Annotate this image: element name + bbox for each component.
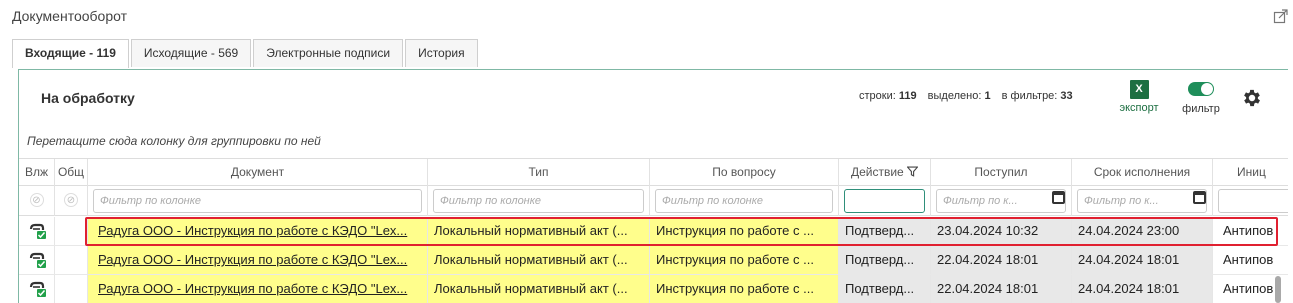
- column-header-topic[interactable]: По вопросу: [650, 159, 839, 186]
- popout-icon[interactable]: [1273, 8, 1289, 24]
- selected-count: 1: [984, 90, 991, 102]
- tab-incoming[interactable]: Входящие - 119: [12, 39, 129, 68]
- filter-input-type[interactable]: Фильтр по колонке: [433, 189, 644, 213]
- row-attachment-cell: [19, 246, 55, 274]
- signed-attachment-icon[interactable]: [29, 281, 47, 297]
- filter-cell-topic: Фильтр по колонке: [650, 186, 839, 216]
- row-received-cell: 22.04.2024 18:01: [931, 246, 1072, 274]
- filter-cell-action: [839, 186, 931, 216]
- column-header-attachment[interactable]: Влж: [19, 159, 55, 186]
- grid-header-row: Влж Общ Документ Тип По вопросу Действие…: [19, 158, 1288, 186]
- group-by-hint[interactable]: Перетащите сюда колонку для группировки …: [27, 134, 321, 148]
- filter-cell-received: Фильтр по к...: [931, 186, 1072, 216]
- selected-label: выделено:: [927, 90, 982, 102]
- panel-title: Документооборот: [12, 8, 128, 24]
- table-row[interactable]: Радуга ООО - Инструкция по работе с КЭДО…: [19, 217, 1288, 246]
- row-type-cell: Локальный нормативный акт (...: [428, 275, 650, 303]
- document-link[interactable]: Радуга ООО - Инструкция по работе с КЭДО…: [98, 252, 407, 267]
- row-action-cell: Подтверд...: [839, 246, 931, 274]
- column-header-received[interactable]: Поступил: [931, 159, 1072, 186]
- row-document-cell: Радуга ООО - Инструкция по работе с КЭДО…: [88, 275, 428, 303]
- filter-cell-initiator: [1213, 186, 1288, 216]
- column-header-document[interactable]: Документ: [88, 159, 428, 186]
- export-label: экспорт: [1119, 102, 1159, 114]
- filter-clear-icon[interactable]: ⊘: [64, 193, 78, 207]
- column-header-initiator[interactable]: Иниц: [1213, 159, 1288, 186]
- signed-attachment-icon[interactable]: [29, 252, 47, 268]
- filtered-label: в фильтре:: [1001, 90, 1058, 102]
- row-deadline-cell: 24.04.2024 23:00: [1072, 217, 1213, 245]
- row-action-cell: Подтверд...: [839, 275, 931, 303]
- row-shared-cell: [55, 217, 88, 245]
- incoming-panel: На обработку строки: 119 выделено: 1 в ф…: [18, 69, 1288, 303]
- tab-history[interactable]: История: [405, 39, 478, 67]
- filter-cell-document: Фильтр по колонке: [88, 186, 428, 216]
- filter-cell-type: Фильтр по колонке: [428, 186, 650, 216]
- tab-outgoing[interactable]: Исходящие - 569: [130, 39, 252, 67]
- filter-cell-deadline: Фильтр по к...: [1072, 186, 1213, 216]
- row-shared-cell: [55, 275, 88, 303]
- document-link[interactable]: Радуга ООО - Инструкция по работе с КЭДО…: [98, 281, 407, 296]
- calendar-icon[interactable]: [1052, 191, 1065, 204]
- gear-icon[interactable]: [1241, 87, 1263, 109]
- grid-stats: строки: 119 выделено: 1 в фильтре: 33: [859, 90, 1073, 102]
- tab-bar: Входящие - 119 Исходящие - 569 Электронн…: [12, 39, 480, 68]
- filter-input-initiator[interactable]: [1218, 189, 1288, 213]
- filter-input-received[interactable]: Фильтр по к...: [936, 189, 1066, 213]
- row-attachment-cell: [19, 217, 55, 245]
- filter-input-document[interactable]: Фильтр по колонке: [93, 189, 422, 213]
- table-row[interactable]: Радуга ООО - Инструкция по работе с КЭДО…: [19, 275, 1288, 303]
- row-topic-cell: Инструкция по работе с ...: [650, 275, 839, 303]
- row-action-cell: Подтверд...: [839, 217, 931, 245]
- row-type-cell: Локальный нормативный акт (...: [428, 217, 650, 245]
- table-row[interactable]: Радуга ООО - Инструкция по работе с КЭДО…: [19, 246, 1288, 275]
- row-received-cell: 22.04.2024 18:01: [931, 275, 1072, 303]
- tab-e-signatures[interactable]: Электронные подписи: [253, 39, 404, 67]
- row-deadline-cell: 24.04.2024 18:01: [1072, 246, 1213, 274]
- excel-icon: X: [1129, 80, 1149, 99]
- column-header-type[interactable]: Тип: [428, 159, 650, 186]
- row-deadline-cell: 24.04.2024 18:01: [1072, 275, 1213, 303]
- column-header-action[interactable]: Действие: [839, 159, 931, 186]
- document-link[interactable]: Радуга ООО - Инструкция по работе с КЭДО…: [98, 223, 407, 238]
- row-document-cell: Радуга ООО - Инструкция по работе с КЭДО…: [88, 217, 428, 245]
- row-topic-cell: Инструкция по работе с ...: [650, 246, 839, 274]
- filter-input-action[interactable]: [844, 189, 925, 213]
- row-type-cell: Локальный нормативный акт (...: [428, 246, 650, 274]
- row-initiator-cell: Антипов: [1223, 223, 1274, 238]
- row-attachment-cell: [19, 275, 55, 303]
- filtered-count: 33: [1060, 90, 1073, 102]
- rows-count: 119: [898, 90, 917, 102]
- row-document-cell: Радуга ООО - Инструкция по работе с КЭДО…: [88, 246, 428, 274]
- column-header-deadline[interactable]: Срок исполнения: [1072, 159, 1213, 186]
- rows-label: строки:: [859, 90, 896, 102]
- filter-clear-icon[interactable]: ⊘: [29, 193, 44, 207]
- row-shared-cell: [55, 246, 88, 274]
- filter-input-deadline[interactable]: Фильтр по к...: [1077, 189, 1207, 213]
- row-received-cell: 23.04.2024 10:32: [931, 217, 1072, 245]
- column-header-action-label: Действие: [850, 165, 904, 179]
- row-topic-cell: Инструкция по работе с ...: [650, 217, 839, 245]
- export-button[interactable]: X экспорт: [1115, 80, 1163, 114]
- section-title: На обработку: [41, 90, 135, 106]
- filter-cell-attachment: ⊘: [19, 186, 55, 216]
- column-header-shared[interactable]: Общ: [55, 159, 88, 186]
- filter-input-topic[interactable]: Фильтр по колонке: [655, 189, 833, 213]
- filter-label: фильтр: [1182, 103, 1220, 115]
- filter-toggle[interactable]: фильтр: [1177, 82, 1225, 115]
- signed-attachment-icon[interactable]: [29, 223, 47, 239]
- toggle-switch-icon: [1188, 82, 1214, 96]
- vertical-scrollbar[interactable]: [1275, 276, 1281, 303]
- row-initiator-cell: Антипов: [1223, 252, 1274, 267]
- filter-cell-shared: ⊘: [55, 186, 88, 216]
- filter-funnel-icon[interactable]: [906, 166, 919, 177]
- grid-filter-row: ⊘ ⊘ Фильтр по колонке Фильтр по колонке …: [19, 186, 1288, 216]
- calendar-icon[interactable]: [1193, 191, 1206, 204]
